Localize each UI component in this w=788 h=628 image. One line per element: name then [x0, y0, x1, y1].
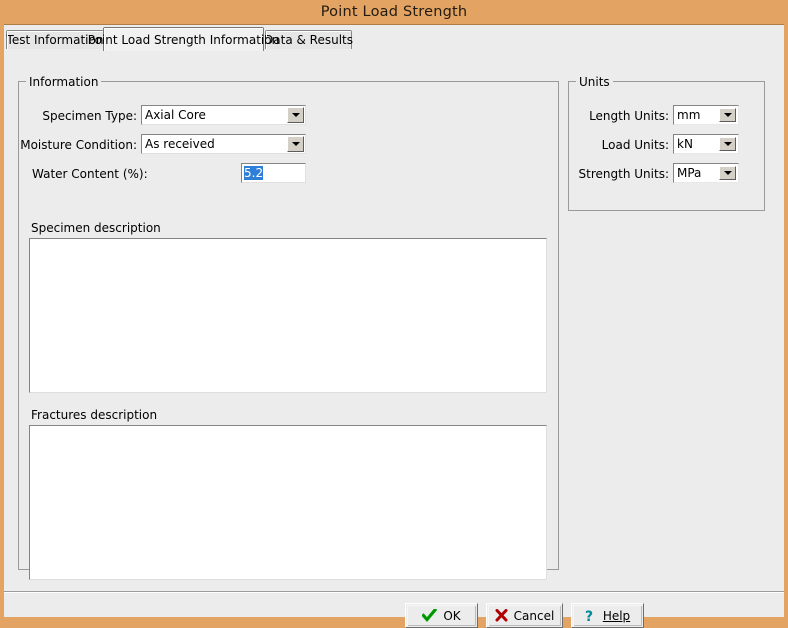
length-units-label: Length Units:: [574, 109, 669, 123]
load-units-combobox[interactable]: kN: [673, 134, 739, 154]
svg-text:?: ?: [585, 609, 593, 623]
load-units-value: kN: [675, 136, 719, 152]
tab-point-load-strength-information[interactable]: Point Load Strength Information: [103, 27, 264, 51]
cross-icon: [495, 609, 508, 622]
chevron-down-icon: [292, 142, 300, 146]
length-units-value: mm: [675, 107, 719, 123]
length-units-dropdown-button[interactable]: [719, 108, 736, 122]
specimen-type-value: Axial Core: [142, 106, 287, 124]
tab-label: Point Load Strength Information: [88, 33, 279, 47]
fractures-description-label: Fractures description: [31, 408, 157, 422]
moisture-condition-dropdown-button[interactable]: [287, 136, 304, 152]
help-button-label: Help: [603, 610, 630, 622]
point-load-strength-window: Point Load Strength Test Information Poi…: [0, 0, 788, 614]
check-icon: [422, 609, 437, 622]
strength-units-dropdown-button[interactable]: [719, 166, 736, 180]
specimen-description-textarea[interactable]: [29, 238, 547, 393]
title-bar: Point Load Strength: [0, 0, 788, 24]
question-mark-icon: ?: [585, 609, 597, 623]
chevron-down-icon: [724, 142, 732, 146]
client-area: Test Information Point Load Strength Inf…: [4, 24, 784, 591]
ok-button[interactable]: OK: [405, 603, 478, 628]
tab-strip: Test Information Point Load Strength Inf…: [4, 27, 784, 50]
length-units-combobox[interactable]: mm: [673, 105, 739, 125]
chevron-down-icon: [292, 113, 300, 117]
cancel-button-label: Cancel: [514, 610, 555, 622]
button-bevel: [406, 604, 477, 627]
strength-units-label: Strength Units:: [564, 167, 669, 181]
specimen-type-combobox[interactable]: Axial Core: [141, 105, 306, 125]
moisture-condition-label: Moisture Condition:: [16, 138, 137, 152]
water-content-label: Water Content (%):: [32, 167, 137, 181]
specimen-type-label: Specimen Type:: [24, 109, 137, 123]
specimen-description-label: Specimen description: [31, 221, 161, 235]
strength-units-combobox[interactable]: MPa: [673, 163, 739, 183]
strength-units-value: MPa: [675, 165, 719, 181]
specimen-type-dropdown-button[interactable]: [287, 107, 304, 123]
chevron-down-icon: [724, 113, 732, 117]
load-units-label: Load Units:: [574, 138, 669, 152]
moisture-condition-combobox[interactable]: As received: [141, 134, 306, 154]
window-right-border: [784, 24, 788, 590]
cancel-button[interactable]: Cancel: [486, 603, 563, 628]
chevron-down-icon: [724, 171, 732, 175]
information-group-title: Information: [26, 75, 101, 89]
load-units-dropdown-button[interactable]: [719, 137, 736, 151]
footer-bar: OK Cancel ?: [4, 593, 784, 617]
window-title: Point Load Strength: [321, 4, 468, 20]
moisture-condition-value: As received: [142, 135, 287, 153]
units-group-title: Units: [576, 75, 613, 89]
help-button[interactable]: ? Help: [571, 603, 644, 628]
water-content-input[interactable]: 5.2: [241, 163, 306, 183]
ok-button-label: OK: [443, 610, 460, 622]
tab-page-point-load-strength-information: Information Specimen Type: Axial Core Mo…: [4, 51, 784, 591]
fractures-description-textarea[interactable]: [29, 425, 547, 580]
water-content-value: 5.2: [244, 166, 263, 180]
